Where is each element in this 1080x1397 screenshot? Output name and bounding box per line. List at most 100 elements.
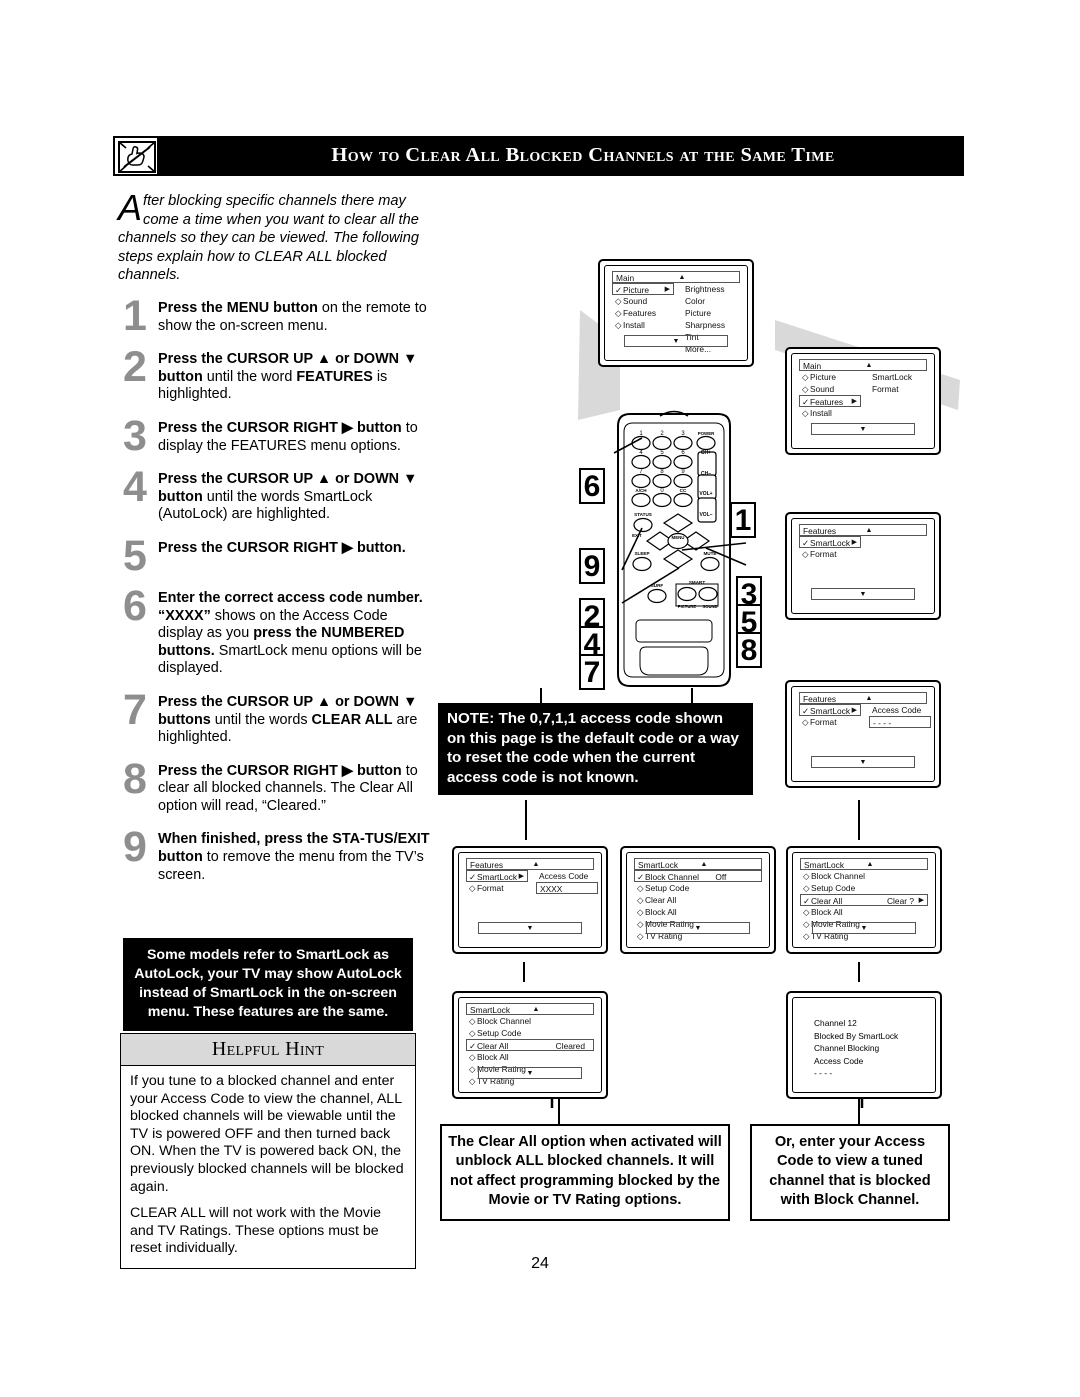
osd-item-clear-all[interactable]: ✓Clear All Cleared	[466, 1039, 594, 1051]
bullet-icon: ◇	[637, 931, 644, 941]
osd-right-column: Access Code XXXX	[536, 870, 598, 895]
scroll-down-icon[interactable]: ▼	[646, 922, 750, 934]
scroll-down-icon[interactable]: ▼	[812, 922, 916, 934]
osd-title: Features	[470, 860, 504, 870]
bullet-icon: ◇	[637, 907, 644, 917]
connector-line	[525, 800, 527, 840]
remote-callout-8: 8	[736, 632, 762, 668]
osd-item-label: Block All	[645, 907, 677, 917]
bullet-icon: ◇	[637, 895, 644, 905]
osd-item-features[interactable]: ✓Features ▶	[799, 395, 861, 407]
step-number: 3	[123, 411, 147, 460]
access-code-field[interactable]: XXXX	[536, 882, 598, 894]
bullet-icon: ◇	[803, 883, 810, 893]
osd-item-format[interactable]: ◇ Format	[466, 882, 528, 894]
scroll-down-icon[interactable]: ▼	[811, 423, 915, 435]
osd-item-clear-all[interactable]: ✓Clear All Clear ? ▶	[800, 894, 928, 906]
osd-item-list: ◇ Block Channel ◇ Setup Code ✓Clear All Cl…	[466, 1015, 594, 1091]
osd-item-sound[interactable]: ◇ Sound	[799, 383, 861, 395]
osd-item-smartlock[interactable]: ✓SmartLock ▶	[799, 704, 861, 716]
osd-item-label: Install	[810, 408, 832, 418]
manual-page: How to Clear All Blocked Channels at the…	[0, 0, 1080, 1397]
osd-item-sound[interactable]: ◇ Sound	[612, 295, 674, 307]
page-header: How to Clear All Blocked Channels at the…	[113, 136, 964, 176]
tv-screen-features-smartlock: Features ▲ ✓SmartLock ▶ ◇ Format ▼	[785, 512, 941, 620]
osd-item-label: Setup Code	[645, 883, 690, 893]
osd-item-label: Block Channel	[477, 1016, 532, 1026]
osd-item-label: Features	[623, 308, 657, 318]
osd-item-label: Format	[810, 717, 837, 727]
scroll-down-icon[interactable]: ▼	[478, 1067, 582, 1079]
osd-suboption[interactable]: SmartLock	[869, 371, 912, 383]
osd-suboption[interactable]: Format	[869, 383, 912, 395]
blocked-line: - - - -	[814, 1068, 833, 1079]
blocked-message-text: Channel 12 Blocked By SmartLock Channel …	[814, 1017, 898, 1080]
connector-line	[858, 962, 860, 982]
osd-item-setup-code[interactable]: ◇ Setup Code	[800, 882, 928, 894]
osd-item-setup-code[interactable]: ◇ Setup Code	[634, 882, 762, 894]
osd-columns: ◇ Picture ◇ Sound ✓Features ▶ ◇ Install Sma…	[799, 371, 927, 447]
osd-item-label: Clear All	[811, 896, 843, 906]
osd-columns: ✓SmartLock ▶ ◇ Format Access Code - - - -	[799, 704, 931, 780]
bullet-icon: ◇	[802, 372, 809, 382]
osd-item-format[interactable]: ◇ Format	[799, 716, 861, 728]
osd-item-block-channel[interactable]: ◇ Block Channel	[466, 1015, 594, 1027]
osd-item-label: Block Channel	[811, 871, 866, 881]
osd-title-row: SmartLock ▲	[634, 858, 762, 870]
scroll-down-icon[interactable]: ▼	[624, 335, 728, 347]
helpful-hint-body: If you tune to a blocked channel and ent…	[121, 1066, 415, 1268]
osd-item-label: Format	[810, 549, 837, 559]
osd-columns: ✓SmartLock ▶ ◇ Format Access Code XXXX	[466, 870, 598, 946]
osd-suboption[interactable]: Brightness	[682, 283, 725, 295]
osd-item-label: Picture	[810, 372, 837, 382]
osd-item-block-channel[interactable]: ✓Block Channel Off	[634, 870, 762, 882]
osd-suboption[interactable]: Color	[682, 295, 725, 307]
osd-item-label: SmartLock	[810, 706, 851, 716]
osd-item-block-channel[interactable]: ◇ Block Channel	[800, 870, 928, 882]
step-number: 1	[123, 292, 147, 340]
step-number: 9	[123, 823, 147, 872]
osd-suboption[interactable]: Sharpness	[682, 319, 725, 331]
page-number: 24	[531, 1255, 549, 1272]
bullet-icon: ◇	[637, 883, 644, 893]
osd-title: SmartLock	[470, 1005, 511, 1015]
step-text: Press the CURSOR UP ▲ or DOWN ▼ buttons …	[158, 693, 418, 746]
osd-item-picture[interactable]: ✓Picture ▶	[612, 283, 674, 295]
helpful-hint-title: Helpful Hint	[121, 1034, 415, 1066]
osd-item-install[interactable]: ◇ Install	[799, 407, 861, 419]
scroll-down-icon[interactable]: ▼	[811, 756, 915, 768]
bullet-icon: ◇	[803, 907, 810, 917]
scroll-down-icon[interactable]: ▼	[478, 922, 582, 934]
caption-clear-all: The Clear All option when activated will…	[440, 1124, 730, 1221]
osd-item-block-all[interactable]: ◇ Block All	[634, 906, 762, 918]
osd-item-clear-all[interactable]: ◇ Clear All	[634, 894, 762, 906]
osd-title-row: Main ▲	[799, 359, 927, 371]
osd-item-format[interactable]: ◇ Format	[799, 548, 861, 560]
osd-item-label: Format	[477, 883, 504, 893]
hint-paragraph: If you tune to a blocked channel and ent…	[130, 1073, 404, 1195]
scroll-down-icon[interactable]: ▼	[811, 588, 915, 600]
step-item: 3 Press the CURSOR RIGHT ▶ button to dis…	[118, 414, 430, 458]
bullet-icon: ◇	[469, 883, 476, 893]
osd-item-label: Clear All	[477, 1041, 509, 1051]
osd-left-column: ◇ Picture ◇ Sound ✓Features ▶ ◇ Install	[799, 371, 861, 419]
osd-item-block-all[interactable]: ◇ Block All	[466, 1051, 594, 1063]
osd-item-smartlock[interactable]: ✓SmartLock ▶	[466, 870, 528, 882]
osd-item-install[interactable]: ◇ Install	[612, 319, 674, 331]
osd-item-value: Off	[715, 872, 727, 882]
osd-item-smartlock[interactable]: ✓SmartLock ▶	[799, 536, 861, 548]
blocked-hand-tv-icon	[114, 137, 158, 175]
step-number: 2	[123, 343, 147, 392]
osd-item-picture[interactable]: ◇ Picture	[799, 371, 861, 383]
osd-menu: SmartLock ▲ ◇ Block Channel ◇ Setup Code ✓…	[800, 858, 928, 942]
osd-suboption[interactable]: Picture	[682, 307, 725, 319]
osd-item-setup-code[interactable]: ◇ Setup Code	[466, 1027, 594, 1039]
osd-item-features[interactable]: ◇ Features	[612, 307, 674, 319]
blocked-line: Blocked By SmartLock	[814, 1030, 899, 1041]
access-code-field[interactable]: - - - -	[869, 716, 931, 728]
tv-screen-smartlock-cleared: SmartLock ▲ ◇ Block Channel ◇ Setup Code ✓…	[452, 991, 608, 1099]
blocked-line: Access Code	[814, 1055, 864, 1066]
osd-item-block-all[interactable]: ◇ Block All	[800, 906, 928, 918]
osd-menu: Main ▲ ✓Picture ▶ ◇ Sound ◇ Features ◇ I…	[612, 271, 740, 355]
osd-columns: ✓Picture ▶ ◇ Sound ◇ Features ◇ Install Bri…	[612, 283, 740, 359]
